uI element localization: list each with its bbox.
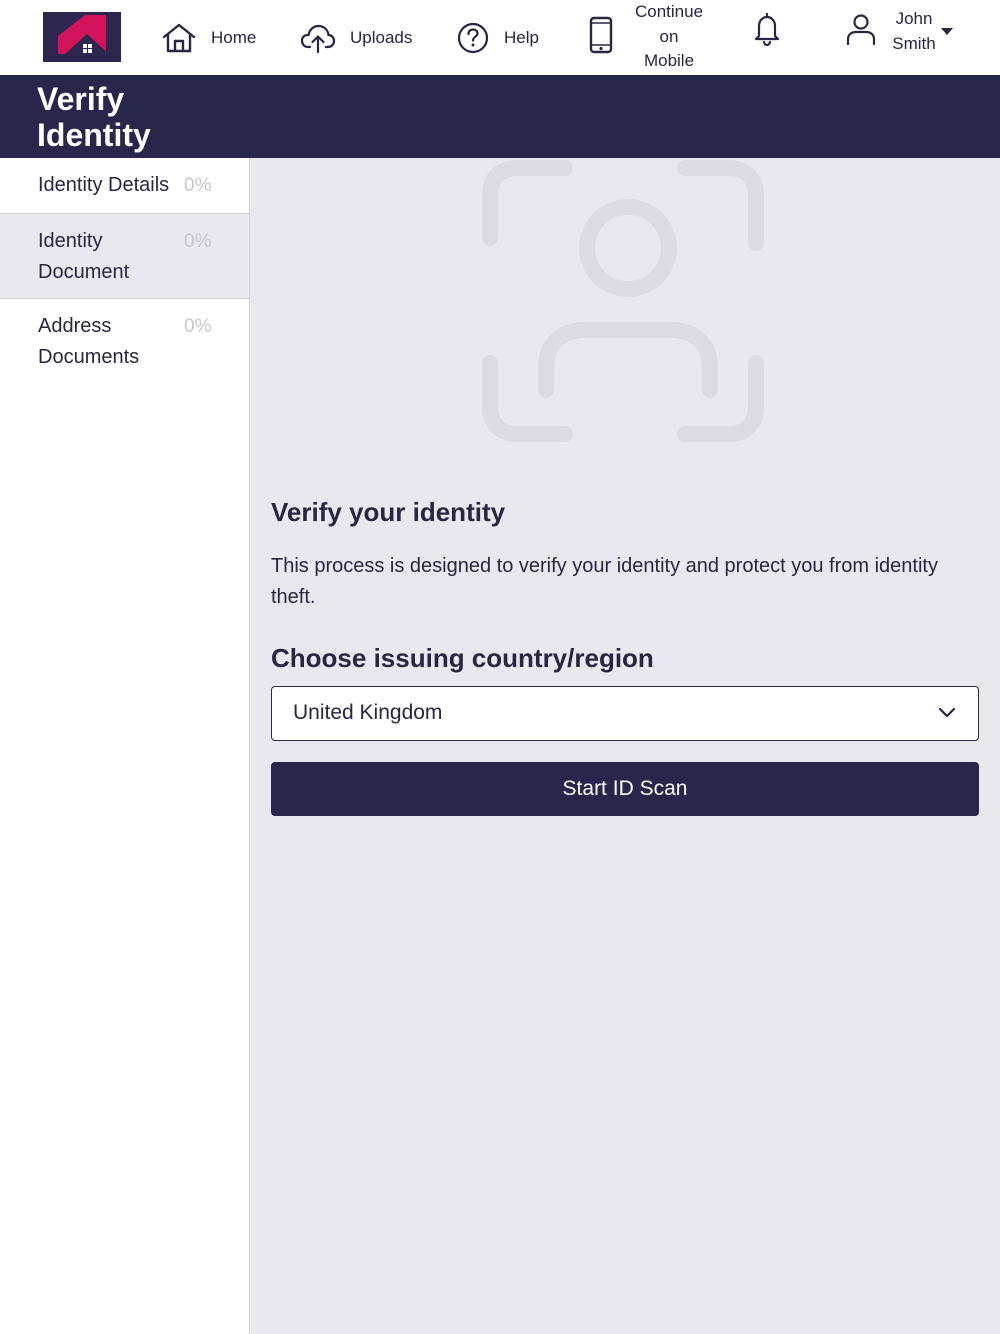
page-title: Verify Identity: [37, 81, 151, 153]
sidebar-item-progress: 0%: [184, 316, 212, 337]
nav-continue-on-mobile[interactable]: Continue on Mobile: [628, 0, 710, 74]
cloud-upload-icon: [300, 24, 336, 53]
sidebar-item-label: Address Documents: [38, 315, 140, 368]
sidebar-item-identity-details[interactable]: Identity Details 0%: [0, 158, 249, 213]
start-id-scan-button[interactable]: Start ID Scan: [271, 762, 979, 816]
progress-sidebar: Identity Details 0% Identity Document 0%…: [0, 158, 250, 1334]
section-description: This process is designed to verify your …: [271, 555, 938, 608]
nav-uploads[interactable]: Uploads: [300, 0, 412, 75]
user-last-name: Smith: [892, 33, 936, 53]
nav-uploads-label: Uploads: [350, 27, 413, 47]
top-navigation: Home Uploads Help Continue on Mobile Joh…: [0, 0, 1000, 75]
page-header: Verify Identity: [0, 75, 1000, 158]
house-logo-icon: [58, 15, 109, 54]
continue-mobile-line-3: Mobile: [643, 51, 695, 70]
sidebar-item-address-documents[interactable]: Address Documents 0%: [0, 299, 249, 389]
nav-home[interactable]: Home: [161, 0, 256, 75]
user-menu[interactable]: John Smith: [884, 7, 944, 56]
home-icon: [162, 23, 196, 52]
nav-help-label: Help: [504, 27, 539, 47]
continue-mobile-line-2: on: [659, 26, 679, 46]
help-icon: [457, 22, 489, 53]
mobile-phone-icon[interactable]: [588, 16, 614, 59]
user-first-name: John: [895, 9, 933, 28]
sidebar-item-label: Identity Details: [38, 174, 170, 196]
user-avatar-icon[interactable]: [845, 12, 877, 51]
nav-home-label: Home: [211, 27, 257, 47]
country-label: Choose issuing country/region: [271, 643, 654, 673]
notifications-bell-icon[interactable]: [751, 11, 783, 52]
continue-mobile-line-1: Continue: [634, 2, 704, 21]
sidebar-item-progress: 0%: [184, 231, 212, 252]
section-title: Verify your identity: [271, 497, 506, 527]
chevron-down-icon: [938, 705, 956, 724]
face-scan-icon: [480, 158, 772, 455]
nav-help[interactable]: Help: [456, 0, 539, 75]
sidebar-item-progress: 0%: [184, 175, 212, 196]
caret-down-icon[interactable]: [941, 28, 953, 35]
country-select-value: United Kingdom: [293, 701, 443, 724]
sidebar-item-label: Identity Document: [38, 230, 130, 283]
logo[interactable]: [43, 12, 121, 62]
country-select[interactable]: United Kingdom: [271, 686, 979, 741]
sidebar-item-identity-document[interactable]: Identity Document 0%: [0, 213, 249, 299]
